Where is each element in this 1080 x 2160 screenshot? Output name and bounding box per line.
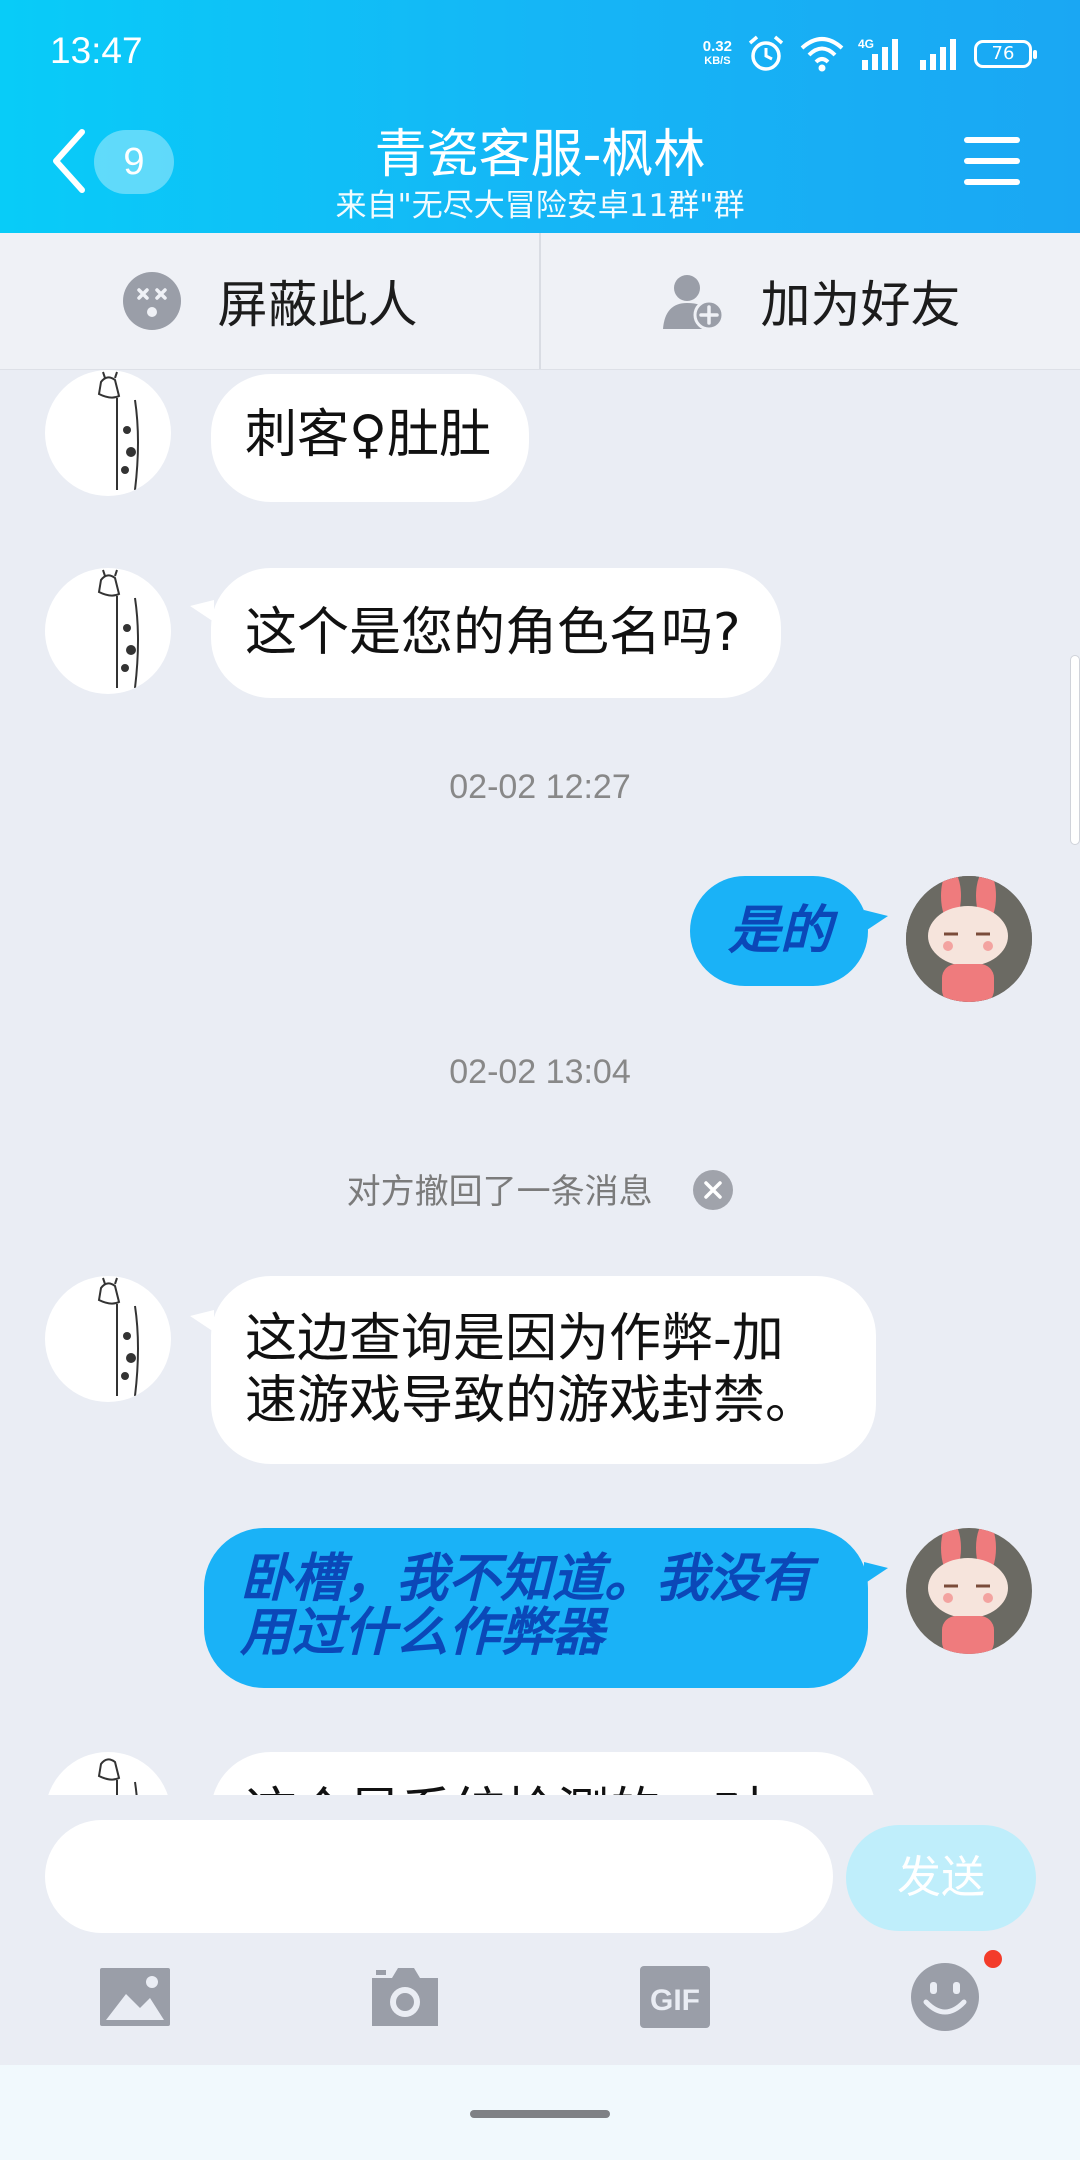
network-type: 4G: [858, 37, 874, 51]
send-button[interactable]: 发送: [846, 1825, 1036, 1931]
add-friend-icon: [662, 275, 724, 331]
recall-notice: 对方撤回了一条消息: [0, 1164, 1080, 1214]
message-text-line: 这边查询是因为作弊-加: [245, 1309, 784, 1369]
sent-message-bubble[interactable]: 卧槽，我不知道。我没有 用过什么作弊器: [204, 1528, 868, 1688]
recall-text: 对方撤回了一条消息: [346, 1172, 653, 1212]
message-bubble[interactable]: 这个是您的角色名吗?: [211, 568, 781, 698]
network-speed: 0.32 KB/S: [703, 39, 732, 69]
giraffe-avatar-icon: [97, 1758, 138, 1795]
sent-message-bubble[interactable]: 是的: [690, 876, 868, 986]
scrollbar[interactable]: [1070, 655, 1080, 845]
block-face-icon: [122, 272, 181, 330]
message-text: 这个是您的角色名吗?: [245, 603, 741, 663]
signal-icon: [920, 39, 956, 70]
message-bubble[interactable]: 这个是系统检测的，对: [211, 1752, 876, 1795]
gif-label: GIF: [650, 1984, 700, 2017]
speed-unit: KB/S: [704, 55, 731, 67]
input-bar: 发送 GIF: [0, 1795, 1080, 2065]
bunny-avatar-icon: [906, 1528, 1032, 1654]
sender-avatar[interactable]: [45, 370, 171, 496]
stranger-action-bar: 屏蔽此人 加为好友: [0, 233, 1080, 370]
notification-dot: [984, 1950, 1002, 1968]
message-text: 刺客♀肚肚: [245, 405, 492, 465]
battery-icon: 76: [974, 40, 1037, 68]
image-icon[interactable]: [98, 1960, 172, 2034]
bubble-tail: [864, 1562, 888, 1584]
chat-header: 13:47 0.32 KB/S 4G 76 9 青瓷客服-枫林 来自"无尽大冒险…: [0, 0, 1080, 233]
message-text-line: 卧槽，我不知道。我没有: [240, 1549, 813, 1609]
speed-value: 0.32: [702, 38, 732, 55]
bubble-tail: [864, 910, 888, 932]
message-timestamp: 02-02 13:04: [449, 1053, 631, 1091]
signal-4g-icon: 4G: [858, 37, 898, 70]
message-text: 这个是系统检测的，对: [245, 1783, 765, 1795]
home-indicator[interactable]: [470, 2110, 610, 2118]
status-time: 13:47: [50, 30, 143, 71]
add-friend-button[interactable]: 加为好友: [539, 233, 1080, 369]
block-user-label: 屏蔽此人: [217, 276, 418, 334]
sender-avatar[interactable]: [45, 568, 171, 694]
giraffe-avatar-icon: [97, 1277, 139, 1397]
message-text: 是的: [728, 901, 833, 961]
message-input[interactable]: [45, 1820, 833, 1933]
message-timestamp: 02-02 12:27: [449, 768, 631, 806]
emoji-icon[interactable]: [908, 1960, 982, 2034]
my-avatar[interactable]: [906, 876, 1032, 1002]
message-list[interactable]: 刺客♀肚肚 这个是您的角色名吗? 02-02 12:27 是的 02-02 13…: [0, 370, 1080, 1795]
status-icons: 0.32 KB/S 4G 76: [703, 34, 1037, 74]
system-nav-bar: [0, 2065, 1080, 2160]
sender-avatar[interactable]: [45, 1752, 171, 1795]
giraffe-avatar-icon: [97, 569, 139, 689]
input-tools: GIF: [0, 1950, 1080, 2050]
camera-icon[interactable]: [368, 1960, 442, 2034]
bunny-avatar-icon: [906, 876, 1032, 1002]
giraffe-avatar-icon: [97, 371, 139, 491]
close-icon[interactable]: [693, 1169, 734, 1210]
message-bubble[interactable]: 刺客♀肚肚: [211, 374, 530, 502]
sender-avatar[interactable]: [45, 1276, 171, 1402]
message-text-line: 用过什么作弊器: [240, 1603, 605, 1663]
block-user-button[interactable]: 屏蔽此人: [0, 233, 539, 369]
alarm-icon: [748, 35, 784, 71]
chat-subtitle: 来自"无尽大冒险安卓11群"群: [335, 188, 745, 224]
wifi-icon: [800, 37, 844, 72]
bubble-tail: [140, 408, 164, 430]
message-text-line: 速游戏导致的游戏封禁。: [245, 1371, 818, 1431]
message-bubble[interactable]: 这边查询是因为作弊-加 速游戏导致的游戏封禁。: [211, 1276, 876, 1464]
chat-title: 青瓷客服-枫林: [374, 125, 706, 185]
menu-icon[interactable]: [964, 135, 1020, 187]
gif-icon[interactable]: GIF: [638, 1960, 712, 2034]
my-avatar[interactable]: [906, 1528, 1032, 1654]
add-friend-label: 加为好友: [760, 276, 961, 334]
